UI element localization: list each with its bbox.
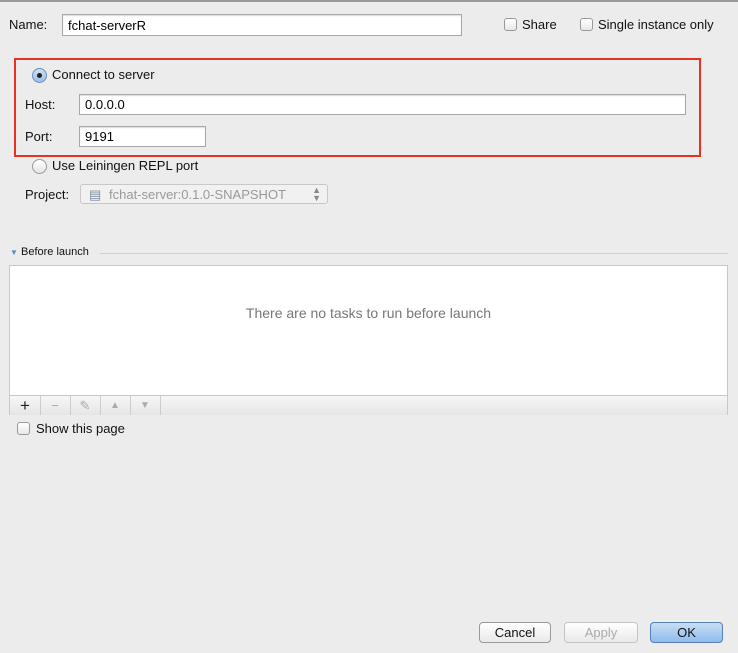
cancel-button[interactable]: Cancel xyxy=(479,622,551,643)
remove-task-button[interactable]: − xyxy=(40,396,71,415)
task-toolbar: + − ✎ ▲ ▼ xyxy=(10,395,727,415)
share-label: Share xyxy=(522,17,557,32)
project-label: Project: xyxy=(25,187,70,202)
collapse-triangle-icon[interactable]: ▼ xyxy=(10,248,18,257)
before-launch-task-list: There are no tasks to run before launch xyxy=(9,265,728,415)
show-this-page-label: Show this page xyxy=(36,421,125,436)
apply-button[interactable]: Apply xyxy=(564,622,638,643)
move-down-button[interactable]: ▼ xyxy=(130,396,161,415)
move-down-icon: ▼ xyxy=(140,400,150,411)
single-instance-checkbox[interactable] xyxy=(580,18,593,31)
module-icon: ▤ xyxy=(89,187,102,202)
edit-task-button[interactable]: ✎ xyxy=(70,396,101,415)
ok-button[interactable]: OK xyxy=(650,622,723,643)
port-input[interactable] xyxy=(79,126,206,147)
leiningen-repl-label: Use Leiningen REPL port xyxy=(52,158,199,173)
show-this-page-checkbox[interactable] xyxy=(17,422,30,435)
single-instance-label: Single instance only xyxy=(598,17,714,32)
connect-to-server-label: Connect to server xyxy=(52,67,155,82)
window-top-border xyxy=(0,0,738,2)
separator xyxy=(100,253,728,254)
host-input[interactable] xyxy=(79,94,686,115)
add-icon: + xyxy=(20,396,30,415)
before-launch-title: Before launch xyxy=(21,246,89,258)
project-value: fchat-server:0.1.0-SNAPSHOT xyxy=(109,187,286,202)
add-task-button[interactable]: + xyxy=(10,396,41,415)
move-up-icon: ▲ xyxy=(110,400,120,411)
name-input[interactable] xyxy=(62,14,462,36)
leiningen-repl-radio[interactable] xyxy=(32,159,47,174)
connect-to-server-radio[interactable] xyxy=(32,68,47,83)
port-label: Port: xyxy=(25,129,53,144)
edit-icon: ✎ xyxy=(79,398,91,413)
stepper-icon: ▲ ▼ xyxy=(312,185,321,203)
name-label: Name: xyxy=(9,17,48,32)
share-checkbox[interactable] xyxy=(504,18,517,31)
project-select[interactable]: ▤ fchat-server:0.1.0-SNAPSHOT ▲ ▼ xyxy=(80,184,328,204)
move-up-button[interactable]: ▲ xyxy=(100,396,131,415)
host-label: Host: xyxy=(25,97,56,112)
empty-tasks-text: There are no tasks to run before launch xyxy=(245,305,492,321)
remove-icon: − xyxy=(51,398,59,413)
